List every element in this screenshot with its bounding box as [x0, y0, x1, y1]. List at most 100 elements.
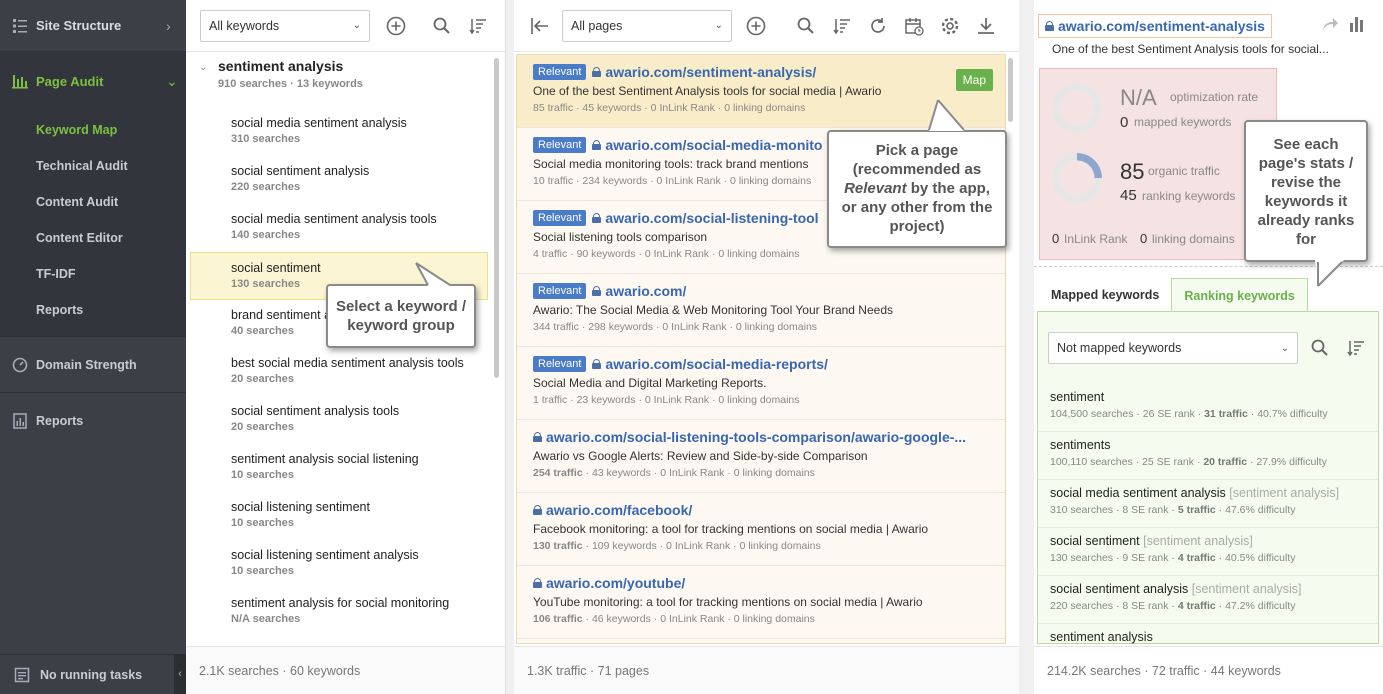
search-keywords-button[interactable]	[424, 8, 460, 44]
organic-traffic-label: organic traffic	[1148, 164, 1220, 178]
page-filter-select[interactable]: All pages ⌄	[562, 9, 732, 42]
keyword-item[interactable]: social listening sentiment 10 searches	[186, 492, 486, 540]
linking-domains-value: 0	[1140, 231, 1148, 246]
sidebar-item-content-editor[interactable]: Content Editor	[0, 220, 186, 256]
search-ranking-button[interactable]	[1302, 330, 1338, 366]
keyword-item[interactable]: social media sentiment analysis 310 searc…	[186, 108, 486, 156]
search-icon	[1311, 339, 1328, 356]
keyword-name: social listening sentiment analysis	[231, 548, 419, 562]
callout-select-keyword: Select a keyword / keyword group	[326, 284, 476, 348]
ranking-keyword-item[interactable]: social media sentiment analysis [sentime…	[1038, 480, 1378, 528]
sort-pages-button[interactable]	[824, 8, 860, 44]
page-row[interactable]: Relevant awario.com/ Awario: The Social M…	[517, 274, 1005, 347]
page-title: Awario: The Social Media & Web Monitorin…	[533, 303, 893, 317]
page-row[interactable]: Relevant awario.com/social-media-reports/…	[517, 347, 1005, 420]
page-url[interactable]: awario.com/youtube/	[546, 575, 685, 591]
sidebar-item-content-audit[interactable]: Content Audit	[0, 184, 186, 220]
keyword-searches: N/A searches	[231, 613, 301, 625]
lock-icon	[592, 67, 602, 77]
collapse-left-button[interactable]	[524, 8, 556, 44]
keyword-item[interactable]: best social media sentiment analysis too…	[186, 348, 486, 396]
map-button[interactable]: Map	[955, 69, 993, 91]
page-audit-submenu: Keyword Map Technical Audit Content Audi…	[0, 110, 186, 336]
ranking-keyword-item[interactable]: social sentiment analysis [sentiment ana…	[1038, 576, 1378, 624]
keywords-toolbar: All keywords ⌄	[186, 0, 505, 52]
add-page-button[interactable]	[738, 8, 774, 44]
add-keyword-button[interactable]	[378, 8, 414, 44]
keyword-name: social media sentiment analysis tools	[231, 212, 437, 226]
share-arrow-icon[interactable]	[1321, 16, 1339, 32]
sort-ranking-button[interactable]	[1338, 330, 1374, 366]
page-title: Social Media and Digital Marketing Repor…	[533, 376, 767, 390]
relevant-badge: Relevant	[533, 283, 587, 299]
ranking-keyword-item[interactable]: sentiments 100,110 searches · 25 SE rank …	[1038, 432, 1378, 480]
pages-scrollbar[interactable]	[1008, 58, 1013, 122]
panel-resize-handle[interactable]	[506, 0, 514, 694]
keyword-item[interactable]: social sentiment analysis tools 20 search…	[186, 396, 486, 444]
tab-ranking-keywords[interactable]: Ranking keywords	[1171, 278, 1308, 312]
page-meta: 344 traffic · 298 keywords · 0 InLink Ra…	[533, 321, 1005, 333]
callout-pick-page-emphasis: Relevant	[844, 180, 907, 197]
keyword-group[interactable]: sentiment analysis 910 searches · 13 key…	[186, 52, 505, 100]
relevant-badge: Relevant	[533, 64, 587, 80]
keyword-searches: 10 searches	[231, 565, 294, 577]
settings-button[interactable]	[932, 8, 968, 44]
sidebar-item-domain-strength[interactable]: Domain Strength	[0, 336, 186, 392]
page-row[interactable]: awario.com/social-listening-tools-compar…	[517, 420, 1005, 493]
keywords-scrollbar[interactable]	[494, 58, 499, 378]
schedule-button[interactable]	[896, 8, 932, 44]
collapse-group-icon[interactable]: ⌄	[199, 62, 207, 73]
task-status[interactable]: No running tasks	[0, 654, 186, 694]
bar-chart-icon[interactable]	[1349, 16, 1365, 32]
page-meta: 1 traffic · 23 keywords · 0 InLink Rank …	[533, 394, 1005, 406]
chevron-down-icon: ⌄	[352, 20, 361, 31]
export-button[interactable]	[968, 8, 1004, 44]
ranking-keyword-item[interactable]: sentiment 104,500 searches · 26 SE rank ·…	[1038, 384, 1378, 432]
search-icon	[433, 17, 450, 34]
page-detail-url-box[interactable]: awario.com/sentiment-analysis	[1038, 14, 1272, 38]
collapse-sidebar-button[interactable]: ‹	[174, 654, 186, 694]
page-url[interactable]: awario.com/	[605, 283, 686, 299]
sidebar-item-reports[interactable]: Reports	[0, 392, 186, 448]
plus-circle-icon	[746, 16, 766, 35]
keyword-item[interactable]: social listening sentiment analysis 10 se…	[186, 540, 486, 588]
sidebar-item-audit-reports[interactable]: Reports	[0, 292, 186, 328]
page-detail-url[interactable]: awario.com/sentiment-analysis	[1058, 18, 1265, 34]
sidebar-item-technical-audit[interactable]: Technical Audit	[0, 148, 186, 184]
keyword-item[interactable]: social sentiment analysis 220 searches	[186, 156, 486, 204]
keyword-filter-select[interactable]: All keywords ⌄	[200, 9, 370, 42]
ranking-keyword-traffic: 4 traffic	[1177, 552, 1216, 564]
callout-pointer	[1315, 260, 1344, 287]
ranking-keyword-group: [sentiment analysis]	[1191, 582, 1302, 596]
page-row[interactable]: awario.com/youtube/ YouTube monitoring: …	[517, 566, 1005, 639]
arrow-left-bar-icon	[531, 17, 548, 34]
page-url[interactable]: awario.com/facebook/	[546, 502, 692, 518]
page-url[interactable]: awario.com/social-media-reports/	[605, 356, 828, 372]
sidebar-item-page-audit[interactable]: Page Audit ⌄	[0, 52, 186, 110]
page-url[interactable]: awario.com/social-media-monito	[605, 137, 822, 153]
ranking-filter-select[interactable]: Not mapped keywords ⌄	[1048, 332, 1298, 364]
sort-keywords-button[interactable]	[460, 8, 496, 44]
ranking-toolbar: Not mapped keywords ⌄	[1038, 312, 1378, 372]
panel-resize-handle[interactable]	[1019, 0, 1034, 694]
page-traffic: 254 traffic	[533, 467, 583, 479]
search-pages-button[interactable]	[788, 8, 824, 44]
page-row[interactable]: awario.com/facebook/ Facebook monitoring…	[517, 493, 1005, 566]
page-url[interactable]: awario.com/social-listening-tools-compar…	[546, 429, 966, 445]
sidebar-item-keyword-map[interactable]: Keyword Map	[0, 112, 186, 148]
keyword-item[interactable]: sentiment analysis for social monitoring…	[186, 588, 486, 636]
page-url[interactable]: awario.com/social-listening-tool	[605, 210, 818, 226]
keyword-item[interactable]: social media sentiment analysis tools 140…	[186, 204, 486, 252]
refresh-button[interactable]	[860, 8, 896, 44]
ranking-keyword-item[interactable]: social sentiment [sentiment analysis] 130…	[1038, 528, 1378, 576]
page-url[interactable]: awario.com/sentiment-analysis/	[605, 64, 816, 80]
keyword-group-meta: 910 searches · 13 keywords	[218, 78, 363, 90]
tab-mapped-keywords[interactable]: Mapped keywords	[1039, 278, 1171, 312]
callout-pointer	[928, 99, 965, 131]
sidebar-item-site-structure[interactable]: Site Structure ›	[0, 0, 186, 52]
relevant-badge: Relevant	[533, 137, 587, 153]
task-status-label: No running tasks	[40, 667, 143, 682]
sidebar-item-tf-idf[interactable]: TF-IDF	[0, 256, 186, 292]
page-stats: · 298 keywords · 0 InLink Rank · 0 linki…	[578, 321, 818, 333]
keyword-item[interactable]: sentiment analysis social listening 10 se…	[186, 444, 486, 492]
